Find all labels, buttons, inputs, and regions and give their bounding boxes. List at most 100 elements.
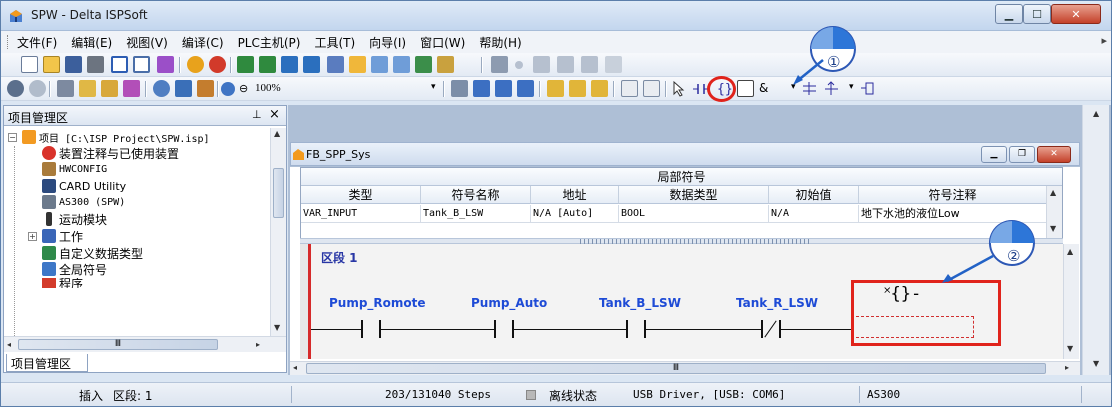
upload-icon[interactable] (259, 56, 276, 73)
device-monitor-icon[interactable] (349, 56, 366, 73)
window-view-icon[interactable] (133, 56, 150, 73)
scroll-down-icon[interactable]: ▼ (274, 323, 280, 332)
menu-edit[interactable]: 编辑(E) (71, 34, 112, 51)
delete-row-icon[interactable] (591, 80, 608, 97)
insert-row-icon[interactable] (569, 80, 586, 97)
symbol-scroll-up-icon[interactable]: ▲ (1050, 188, 1056, 197)
doc-minimize-button[interactable]: ▁ (981, 146, 1007, 163)
workspace-vscroll[interactable]: ▲ ▼ (1082, 105, 1109, 375)
contact-label-tank-b-lsw[interactable]: Tank_B_LSW (599, 296, 681, 310)
print-icon[interactable] (87, 56, 104, 73)
delete-vertical-line-icon[interactable] (643, 80, 660, 97)
project-tree-hscroll-thumb[interactable]: Ⅲ (18, 339, 218, 350)
step-over-icon[interactable] (557, 56, 574, 73)
tab-project-manager[interactable]: 项目管理区 (6, 354, 88, 372)
back-icon[interactable] (7, 80, 24, 97)
coil-tool-icon[interactable] (737, 80, 754, 97)
ladder-scroll-down-icon[interactable]: ▼ (1067, 344, 1073, 353)
column-header-data-type[interactable]: 数据类型 (619, 186, 769, 204)
step-out-icon[interactable] (581, 56, 598, 73)
contact-pump-romote[interactable] (361, 320, 363, 338)
comment-view-icon[interactable] (517, 80, 534, 97)
stop-icon[interactable] (209, 56, 226, 73)
menu-plc[interactable]: PLC主机(P) (238, 34, 301, 51)
pin-icon[interactable]: ⊥ (252, 108, 262, 121)
tree-item-as300[interactable]: AS300 (SPW) (42, 194, 125, 210)
tree-item-motion[interactable]: 运动模块 (42, 211, 107, 227)
doc-close-button[interactable]: ✕ (1037, 146, 1071, 163)
column-header-type[interactable]: 类型 (301, 186, 421, 204)
table-cell-initial-value[interactable]: N/A (769, 205, 859, 223)
tree-item-program[interactable]: 程序 (42, 278, 83, 288)
table-cell-symbol-name[interactable]: Tank_B_LSW (421, 205, 531, 223)
tree-item-device-comment[interactable]: 装置注释与已使用装置 (42, 145, 179, 161)
eraser-icon[interactable] (123, 80, 140, 97)
plc-status-icon[interactable] (415, 56, 432, 73)
tree-expand-task-icon[interactable]: + (28, 232, 37, 241)
maximize-button[interactable]: ☐ (1023, 4, 1051, 24)
step-into-icon[interactable] (533, 56, 550, 73)
and-block-icon[interactable]: & (759, 81, 768, 95)
cut-icon[interactable] (57, 80, 74, 97)
column-header-symbol-name[interactable]: 符号名称 (421, 186, 531, 204)
replace-icon[interactable] (175, 80, 192, 97)
dot-icon[interactable] (515, 61, 523, 69)
tree-item-global-symbol[interactable]: 全局符号 (42, 261, 107, 277)
menu-view[interactable]: 视图(V) (126, 34, 168, 51)
close-button[interactable]: ✕ (1051, 4, 1101, 24)
select-cursor-icon[interactable] (671, 80, 688, 97)
scroll-right-icon[interactable]: ▸ (256, 340, 260, 349)
contact-tank-r-lsw[interactable] (761, 320, 763, 338)
paste-icon[interactable] (101, 80, 118, 97)
contact-label-pump-romote[interactable]: Pump_Romote (329, 296, 426, 310)
scroll-left-icon[interactable]: ◂ (7, 340, 11, 349)
ladder-scroll-right-icon[interactable]: ▸ (1065, 363, 1069, 372)
online-monitor-icon[interactable] (327, 56, 344, 73)
column-header-symbol-comment[interactable]: 符号注释 (859, 186, 1047, 204)
contact-label-pump-auto[interactable]: Pump_Auto (471, 296, 547, 310)
open-folder-icon[interactable] (43, 56, 60, 73)
symbol-table-vscroll[interactable]: ▲ ▼ (1046, 186, 1062, 238)
project-view-icon[interactable] (111, 56, 128, 73)
ladder-scroll-left-icon[interactable]: ◂ (293, 363, 297, 372)
column-header-initial-value[interactable]: 初始值 (769, 186, 859, 204)
tree-item-datatype[interactable]: 自定义数据类型 (42, 245, 143, 261)
workspace-scroll-down-icon[interactable]: ▼ (1093, 359, 1099, 368)
stop-plc-icon[interactable] (303, 56, 320, 73)
tree-item-task[interactable]: 工作 (42, 228, 83, 244)
tree-item-project[interactable]: 项目 [C:\ISP Project\SPW.isp] (22, 129, 210, 145)
menu-tools[interactable]: 工具(T) (314, 34, 355, 51)
debug-icon[interactable] (605, 56, 622, 73)
vertical-line-icon[interactable] (621, 80, 638, 97)
find-icon[interactable] (153, 80, 170, 97)
trace-icon[interactable] (393, 56, 410, 73)
new-file-icon[interactable] (21, 56, 38, 73)
panel-close-icon[interactable]: × (269, 107, 280, 122)
project-tree-hscroll[interactable]: ◂ Ⅲ ▸ (4, 336, 286, 352)
tree-item-card-utility[interactable]: CARD Utility (42, 178, 126, 194)
project-tree-vscroll-thumb[interactable] (273, 168, 284, 218)
column-header-address[interactable]: 地址 (531, 186, 619, 204)
zoom-out-icon[interactable]: ⊖ (239, 82, 248, 95)
communication-icon[interactable] (437, 56, 454, 73)
address-icon[interactable] (451, 80, 468, 97)
symbol-scroll-down-icon[interactable]: ▼ (1050, 224, 1056, 233)
insert-segment-icon[interactable] (547, 80, 564, 97)
symbol-view-icon[interactable] (495, 80, 512, 97)
scroll-up-icon[interactable]: ▲ (274, 129, 280, 138)
menu-compile[interactable]: 编译(C) (182, 34, 224, 51)
breakpoint-icon[interactable] (491, 56, 508, 73)
goto-icon[interactable] (197, 80, 214, 97)
table-cell-address[interactable]: N/A [Auto] (531, 205, 619, 223)
copy-icon[interactable] (79, 80, 96, 97)
forward-icon[interactable] (29, 80, 46, 97)
download-icon[interactable] (237, 56, 254, 73)
table-cell-type[interactable]: VAR_INPUT (301, 205, 421, 223)
contact-label-tank-r-lsw[interactable]: Tank_R_LSW (736, 296, 818, 310)
ladder-hscroll-thumb[interactable]: Ⅲ (306, 363, 1046, 374)
minimize-button[interactable]: ▁ (995, 4, 1023, 24)
compile-icon[interactable] (187, 56, 204, 73)
tree-item-hwconfig[interactable]: HWCONFIG (42, 161, 107, 177)
contact-pump-auto[interactable] (494, 320, 496, 338)
output-block-icon[interactable] (861, 80, 878, 97)
